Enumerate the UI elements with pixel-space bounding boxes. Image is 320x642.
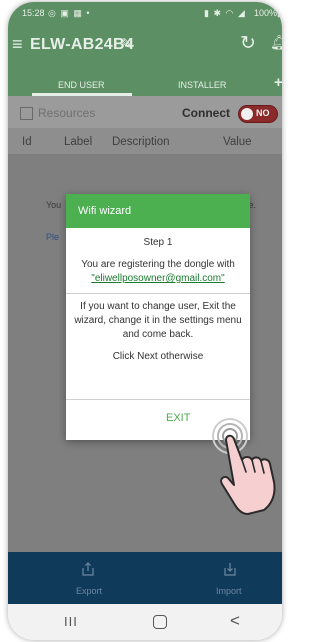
dialog-footer-divider [66,399,250,400]
tab-end-user[interactable]: END USER [58,80,105,90]
status-bar: 15:28 ◎ ▣ ▦ • ▮ ✱ ◠ ◢ 100%▮ [8,2,282,24]
hamburger-menu-icon[interactable]: ≡ [12,34,23,54]
dialog-body: Step 1 You are registering the dongle wi… [66,236,250,364]
owner-email: "eliwellposowner@gmail.com" [91,273,225,284]
tabs-bar: END USER INSTALLER + [8,68,282,96]
dialog-title: Wifi wizard [78,205,132,217]
next-hint-message: Click Next otherwise [112,351,204,362]
app-bar: ≡ ELW-AB24B4 ✎ ↻ 🔔︎ [8,24,282,68]
resources-checkbox[interactable] [20,107,33,120]
change-user-message: If you want to change user, Exit the wiz… [74,301,242,340]
battery-indicator: 100%▮ [254,8,282,18]
wifi-wizard-dialog: Wifi wizard Step 1 You are registering t… [66,194,250,440]
system-nav-bar: III < [8,604,282,640]
phone-screen: 15:28 ◎ ▣ ▦ • ▮ ✱ ◠ ◢ 100%▮ ≡ ELW-AB24B4… [8,2,282,640]
resources-toolbar: Resources Connect NO [8,96,282,128]
table-header: Id Label Description Value [8,128,282,154]
pencil-edit-icon[interactable]: ✎ [120,35,133,53]
import-label[interactable]: Import [216,586,242,596]
resources-label: Resources [38,106,96,120]
bell-icon[interactable]: 🔔︎ [270,34,282,51]
background-link: Ple [46,232,60,242]
export-label[interactable]: Export [76,586,102,596]
recents-button[interactable]: III [64,614,78,629]
status-time: 15:28 [22,8,45,18]
system-status-icons: ▮ ✱ ◠ ◢ [204,8,246,18]
toggle-knob [241,108,253,120]
add-tab-button[interactable]: + [274,74,282,91]
dialog-header: Wifi wizard [66,194,250,228]
device-title: ELW-AB24B4 [30,36,135,53]
connect-label: Connect [182,106,230,120]
connect-toggle[interactable]: NO [238,105,278,123]
tap-gesture-hand-icon [212,418,276,515]
registering-message: You are registering the dongle with [81,259,235,270]
import-icon[interactable] [224,562,236,576]
wizard-step: Step 1 [143,237,173,248]
home-button[interactable] [153,615,167,629]
background-message-start: You [46,200,62,210]
refresh-icon[interactable]: ↻ [240,32,256,55]
notification-icons: ◎ ▣ ▦ • [48,8,91,18]
exit-button[interactable]: EXIT [166,412,190,424]
dialog-divider [66,293,250,294]
column-header-description: Description [112,136,170,148]
column-header-value: Value [223,136,252,148]
column-header-label: Label [64,136,93,148]
bottom-action-bar: Export Import [8,552,282,604]
tab-installer[interactable]: INSTALLER [178,80,226,90]
export-icon[interactable] [82,562,94,576]
column-header-id: Id [22,136,32,148]
toggle-state-text: NO [256,108,270,118]
back-button[interactable]: < [230,611,240,631]
